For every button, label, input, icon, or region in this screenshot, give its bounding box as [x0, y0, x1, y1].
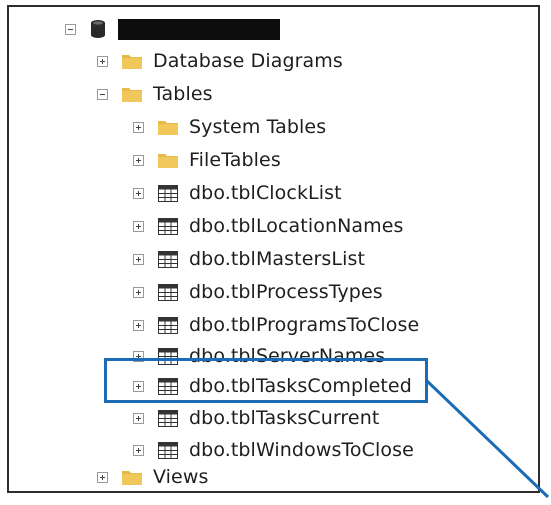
expand-toggle[interactable] — [133, 253, 144, 265]
expand-toggle[interactable] — [133, 444, 144, 456]
folder-icon — [122, 86, 142, 102]
table-grid-icon — [158, 316, 178, 334]
folder-icon — [122, 53, 142, 69]
expand-toggle[interactable] — [133, 412, 144, 424]
expand-toggle[interactable] — [133, 220, 144, 232]
expand-toggle[interactable] — [133, 319, 144, 331]
table-label: dbo.tblProcessTypes — [189, 281, 383, 303]
expand-toggle[interactable] — [97, 471, 108, 483]
table-label: dbo.tblProgramsToClose — [189, 314, 420, 336]
tree-node-views[interactable]: Views — [97, 461, 209, 493]
node-label: FileTables — [189, 149, 281, 171]
tree-node-table[interactable]: dbo.tblProcessTypes — [133, 276, 383, 308]
table-label: dbo.tblClockList — [189, 182, 342, 204]
tree-node-database-diagrams[interactable]: Database Diagrams — [97, 45, 343, 77]
node-label: Database Diagrams — [153, 50, 343, 72]
folder-icon — [158, 119, 178, 135]
table-grid-icon — [158, 283, 178, 301]
highlight-box — [104, 358, 428, 403]
tree-node-table[interactable]: dbo.tblLocationNames — [133, 210, 404, 242]
node-label: Views — [153, 466, 209, 488]
object-explorer-tree: Database Diagrams Tables System Tables F… — [9, 7, 538, 491]
tree-node-table[interactable]: dbo.tblProgramsToClose — [133, 309, 419, 341]
table-label: dbo.tblWindowsToClose — [189, 439, 414, 461]
tree-node-table[interactable]: dbo.tblTasksCurrent — [133, 402, 379, 434]
collapse-toggle[interactable] — [65, 23, 76, 35]
expand-toggle[interactable] — [133, 187, 144, 199]
expand-toggle[interactable] — [97, 55, 108, 67]
node-label: System Tables — [189, 116, 327, 138]
table-label: dbo.tblLocationNames — [189, 215, 404, 237]
object-explorer-panel: Database Diagrams Tables System Tables F… — [7, 5, 540, 493]
table-grid-icon — [158, 184, 178, 202]
node-label: Tables — [153, 83, 213, 105]
expand-toggle[interactable] — [133, 121, 144, 133]
database-cylinder-icon — [90, 19, 106, 39]
expand-toggle[interactable] — [133, 286, 144, 298]
folder-icon — [122, 469, 142, 485]
tree-node-system-tables[interactable]: System Tables — [133, 111, 326, 143]
tree-node-database-root[interactable] — [65, 13, 280, 45]
folder-icon — [158, 152, 178, 168]
tree-node-table[interactable]: dbo.tblClockList — [133, 177, 342, 209]
table-label: dbo.tblTasksCurrent — [189, 407, 380, 429]
table-grid-icon — [158, 409, 178, 427]
tree-node-table[interactable]: dbo.tblMastersList — [133, 243, 365, 275]
table-grid-icon — [158, 441, 178, 459]
tree-node-tables[interactable]: Tables — [97, 78, 213, 110]
collapse-toggle[interactable] — [97, 88, 108, 100]
expand-toggle[interactable] — [133, 154, 144, 166]
table-grid-icon — [158, 217, 178, 235]
table-grid-icon — [158, 250, 178, 268]
table-label: dbo.tblMastersList — [189, 248, 366, 270]
tree-node-filetables[interactable]: FileTables — [133, 144, 281, 176]
redacted-database-name — [118, 18, 280, 40]
